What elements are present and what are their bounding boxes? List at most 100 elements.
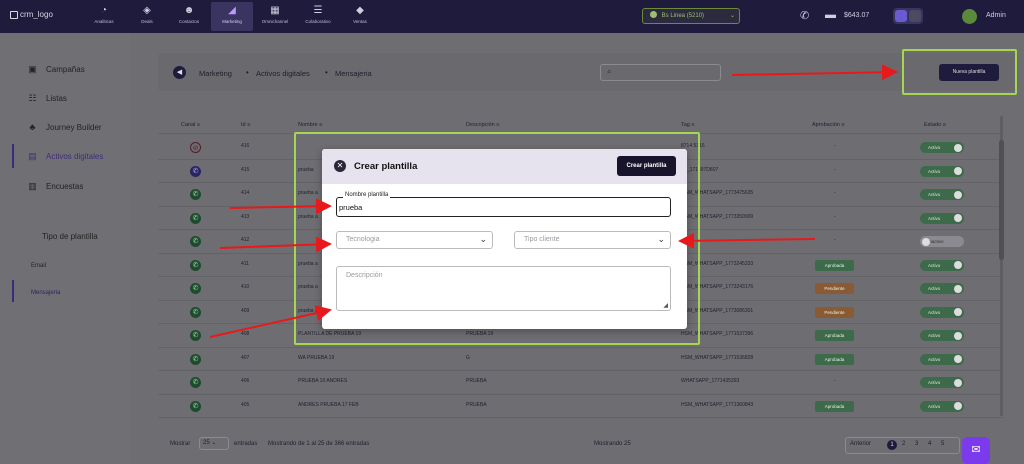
nav-tab-label: Analiticas xyxy=(94,19,114,24)
status-toggle-label: Activo xyxy=(928,356,941,362)
status-toggle[interactable]: Activo xyxy=(920,212,964,224)
chat-icon: ✉ xyxy=(971,444,981,456)
nav-tab-colaborativo[interactable]: ☰ Colaborativo xyxy=(297,2,339,31)
status-toggle-label: Activo xyxy=(928,145,941,150)
scrollbar-thumb[interactable] xyxy=(999,140,1004,260)
megaphone-icon: ◢ xyxy=(228,5,236,16)
search-input[interactable]: ⌕ xyxy=(600,64,721,81)
page-button[interactable]: 2 xyxy=(902,441,905,447)
template-name-field[interactable]: Nombre plantilla prueba xyxy=(336,192,671,217)
arrow-to-client-type xyxy=(678,232,816,249)
column-header-descripcion[interactable]: Descripción ≡ xyxy=(466,122,499,128)
blocked-icon: ⊘ xyxy=(190,142,201,153)
column-header-id[interactable]: Id ≡ xyxy=(241,122,250,128)
chat-button[interactable]: ✉ xyxy=(962,437,990,464)
page-button[interactable]: 5 xyxy=(941,441,944,447)
technology-select[interactable]: Tecnologia ⌄ xyxy=(336,231,493,249)
nav-tab-ventas[interactable]: ◆ Ventas xyxy=(339,2,381,31)
sidebar-item-activos-digitales[interactable]: ▤ Activos digitales xyxy=(27,151,103,162)
prev-page-button[interactable]: Anterior xyxy=(850,441,871,447)
cell-id: 413 xyxy=(241,213,250,220)
back-arrow-icon[interactable]: ◀ xyxy=(173,66,186,79)
cell-nombre[interactable]: PRUEBA 10 ANDRES xyxy=(298,378,347,384)
username[interactable]: Admin xyxy=(986,12,1006,19)
status-toggle[interactable]: Inactivo xyxy=(920,236,964,247)
status-toggle[interactable]: Activo xyxy=(920,306,964,318)
toggle-knob xyxy=(954,331,962,340)
page-size-select[interactable]: 25 ⌄ xyxy=(199,437,229,450)
nav-tab-omnichannel[interactable]: ▦ Omnichannel xyxy=(254,2,296,31)
cell-id: 411 xyxy=(241,260,249,267)
column-header-aprobacion[interactable]: Aprobación ≡ xyxy=(812,122,845,128)
balance-amount: $643.07 xyxy=(844,12,870,19)
line-selector[interactable]: Bs Linea (5210) ⌄ xyxy=(642,8,740,24)
page-button[interactable]: 4 xyxy=(928,441,931,447)
cell-id: 414 xyxy=(241,190,250,196)
active-indicator xyxy=(12,280,14,302)
page-button[interactable]: 3 xyxy=(915,441,918,447)
wallet-icon: ▬ xyxy=(825,9,836,21)
status-toggle-label: Activo xyxy=(928,192,941,197)
column-header-nombre[interactable]: Nombre ≡ xyxy=(298,122,322,128)
sidebar-subitem-email[interactable]: Email xyxy=(31,263,46,269)
nav-tab-analiticas[interactable]: ◔ Analiticas xyxy=(83,2,125,31)
status-toggle[interactable]: Activo xyxy=(920,259,964,271)
cell-id: 415 xyxy=(241,166,250,173)
avatar[interactable] xyxy=(962,9,977,24)
nav-tab-contactos[interactable]: ☻ Contactos xyxy=(168,2,210,31)
create-template-button[interactable]: Crear plantilla xyxy=(617,156,676,176)
nav-tab-label: Deals xyxy=(141,19,153,24)
status-toggle[interactable]: Activo xyxy=(920,353,964,365)
sidebar-item-label: Activos digitales xyxy=(46,152,104,161)
cell-nombre[interactable]: ANDRES PRUEBA 17 FEB xyxy=(298,402,359,408)
status-toggle[interactable]: Activo xyxy=(920,400,964,412)
survey-icon: ▥ xyxy=(28,181,37,191)
status-toggle[interactable]: Activo xyxy=(920,142,964,153)
description-textarea[interactable]: Descripción ◢ xyxy=(336,266,671,311)
sidebar-item-encuestas[interactable]: ▥ Encuestas xyxy=(27,181,83,192)
status-toggle-label: Activo xyxy=(928,380,941,385)
page-button[interactable]: 1 xyxy=(887,440,897,450)
breadcrumb-item[interactable]: Activos digitales xyxy=(256,69,310,78)
active-indicator xyxy=(12,144,14,168)
close-icon[interactable]: ✕ xyxy=(334,160,346,172)
phone-icon[interactable]: ✆ xyxy=(800,9,809,22)
column-header-estado[interactable]: Estado ≡ xyxy=(924,122,946,128)
chart-pie-icon: ◔ xyxy=(100,5,108,16)
status-toggle[interactable]: Activo xyxy=(920,330,964,341)
status-toggle[interactable]: Activo xyxy=(920,189,964,200)
status-toggle[interactable]: Activo xyxy=(920,165,964,177)
nav-tab-label: Contactos xyxy=(178,19,200,24)
technology-placeholder: Tecnologia xyxy=(346,236,380,243)
sidebar-subitem-mensajeria[interactable]: Mensajeria xyxy=(31,290,60,296)
toggle-knob xyxy=(954,284,962,293)
toggle-knob xyxy=(954,190,962,199)
nav-tab-deals[interactable]: ◈ Deals xyxy=(126,2,168,31)
column-header-tag[interactable]: Tag ≡ xyxy=(681,122,695,128)
logo-text: crm_logo xyxy=(20,10,53,19)
toggle-knob xyxy=(954,143,962,152)
whatsapp-icon: ✆ xyxy=(190,259,201,271)
column-header-canal[interactable]: Canal ≡ xyxy=(181,122,200,128)
resize-handle-icon[interactable]: ◢ xyxy=(663,302,668,309)
chevron-down-icon: ⌄ xyxy=(657,234,665,244)
toggle-knob xyxy=(954,261,962,269)
cell-id: 405 xyxy=(241,401,250,408)
cell-aprobacion: - xyxy=(834,237,836,243)
nav-tab-label: Colaborativo xyxy=(305,19,331,24)
nav-tab-marketing[interactable]: ◢ Marketing xyxy=(211,2,253,31)
sidebar-item-listas[interactable]: ☷ Listas xyxy=(27,93,66,104)
cell-aprobacion: - xyxy=(834,213,836,220)
sidebar-item-journey-builder[interactable]: ♣ Journey Builder xyxy=(27,122,102,132)
toggle-knob xyxy=(954,402,962,410)
client-type-select[interactable]: Tipo cliente ⌄ xyxy=(514,231,671,249)
breadcrumb-item[interactable]: Marketing xyxy=(199,69,232,78)
status-toggle[interactable]: Activo xyxy=(920,283,964,294)
brand-logo[interactable]: crm_logo xyxy=(10,10,53,19)
cell-descripcion: PRUEBA xyxy=(466,401,487,408)
theme-toggle[interactable] xyxy=(893,8,923,24)
status-toggle[interactable]: Activo xyxy=(920,377,964,388)
cell-nombre[interactable]: WA PRUEBA 19 xyxy=(298,355,334,361)
line-selector-label: Bs Linea (5210) xyxy=(661,13,705,19)
sidebar-item-campanas[interactable]: ▣ Campañas xyxy=(27,64,84,75)
